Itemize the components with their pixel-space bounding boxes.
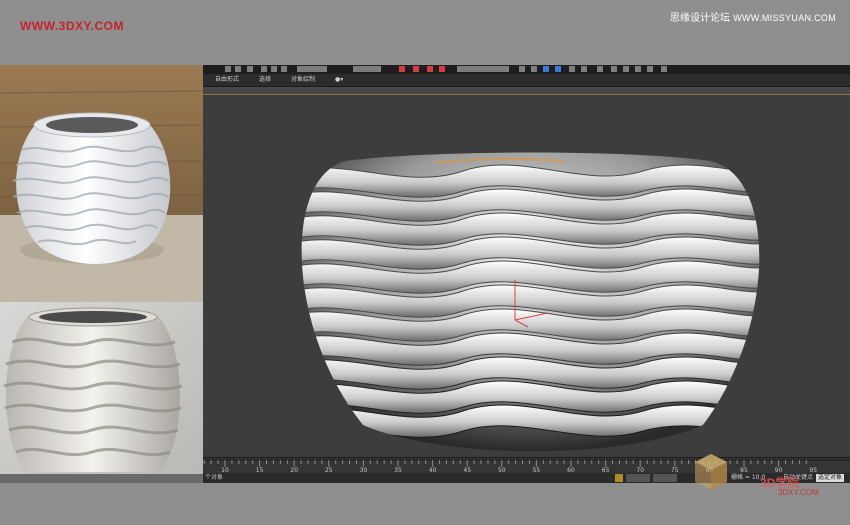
x-coordinate-field[interactable] — [626, 474, 650, 482]
select-region-icon[interactable] — [235, 66, 241, 72]
schematic-view-icon[interactable] — [581, 66, 587, 72]
perspective-viewport[interactable] — [203, 95, 850, 457]
vase-model — [301, 152, 760, 452]
named-selection-dropdown[interactable] — [353, 66, 381, 72]
time-slider-track[interactable]: 101520253035404550556065707580859095 — [203, 457, 850, 474]
watermark-site-en: WWW.MISSYUAN.COM — [733, 13, 836, 23]
snap-icon[interactable] — [399, 66, 405, 72]
angle-snap-icon[interactable] — [413, 66, 419, 72]
reference-photo-vase-2 — [0, 302, 203, 483]
tab-freeform[interactable]: 自由形式 — [215, 75, 239, 85]
timeline-ruler[interactable]: 101520253035404550556065707580859095 — [203, 458, 850, 474]
watermark-site-left: WWW.3DXY.COM — [20, 19, 124, 33]
watermark-site-right: 思缘设计论坛 WWW.MISSYUAN.COM — [670, 9, 836, 24]
watermark-site-cn: 思缘设计论坛 — [670, 13, 731, 24]
reference-photo-vase-1 — [0, 65, 203, 302]
spinner-snap-icon[interactable] — [439, 66, 445, 72]
render-setup-icon[interactable] — [611, 66, 617, 72]
y-coordinate-field[interactable] — [653, 474, 677, 482]
tab-selection[interactable]: 选择 — [259, 75, 271, 85]
watermark-cube-logo — [695, 454, 727, 490]
named-sets-dropdown[interactable] — [457, 66, 509, 72]
3dsmax-window: 自由形式 选择 对象绘制 ●▾ 10 15 20 25 30 35 40 45 … — [203, 65, 850, 483]
rotate-icon[interactable] — [271, 66, 277, 72]
reference-coord-dropdown[interactable] — [297, 66, 327, 72]
scale-icon[interactable] — [281, 66, 287, 72]
selection-count-label: 个对象 — [205, 474, 224, 481]
layer-manager-icon[interactable] — [543, 66, 549, 72]
ribbon-toggle-icon[interactable] — [555, 66, 561, 72]
lock-icon[interactable] — [615, 474, 623, 482]
page-header: WWW.3DXY.COM 思缘设计论坛 WWW.MISSYUAN.COM — [0, 0, 850, 65]
selected-object-dropdown[interactable]: 选定对象 — [815, 474, 844, 482]
window-crossing-icon[interactable] — [247, 66, 253, 72]
rendered-frame-icon[interactable] — [623, 66, 629, 72]
align-icon[interactable] — [531, 66, 537, 72]
mirror-icon[interactable] — [519, 66, 525, 72]
chevron-down-icon[interactable] — [661, 66, 667, 72]
select-icon[interactable] — [225, 66, 231, 72]
percent-snap-icon[interactable] — [427, 66, 433, 72]
ribbon-collapsed-panel — [203, 87, 850, 95]
tab-object-paint[interactable]: 对象绘制 — [291, 75, 315, 85]
curve-editor-icon[interactable] — [569, 66, 575, 72]
main-toolbar — [203, 65, 850, 74]
graphite-ribbon: 自由形式 选择 对象绘制 ●▾ — [203, 74, 850, 87]
move-icon[interactable] — [261, 66, 267, 72]
teapot-icon[interactable] — [647, 66, 653, 72]
render-icon[interactable] — [635, 66, 641, 72]
status-bar: 个对象 栅格 = 10.0 自动关键点 选定对象 — [203, 473, 850, 483]
material-editor-icon[interactable] — [597, 66, 603, 72]
ribbon-options-icon[interactable]: ●▾ — [335, 75, 343, 85]
watermark-logo-url: 3DXY.COM — [778, 488, 819, 497]
